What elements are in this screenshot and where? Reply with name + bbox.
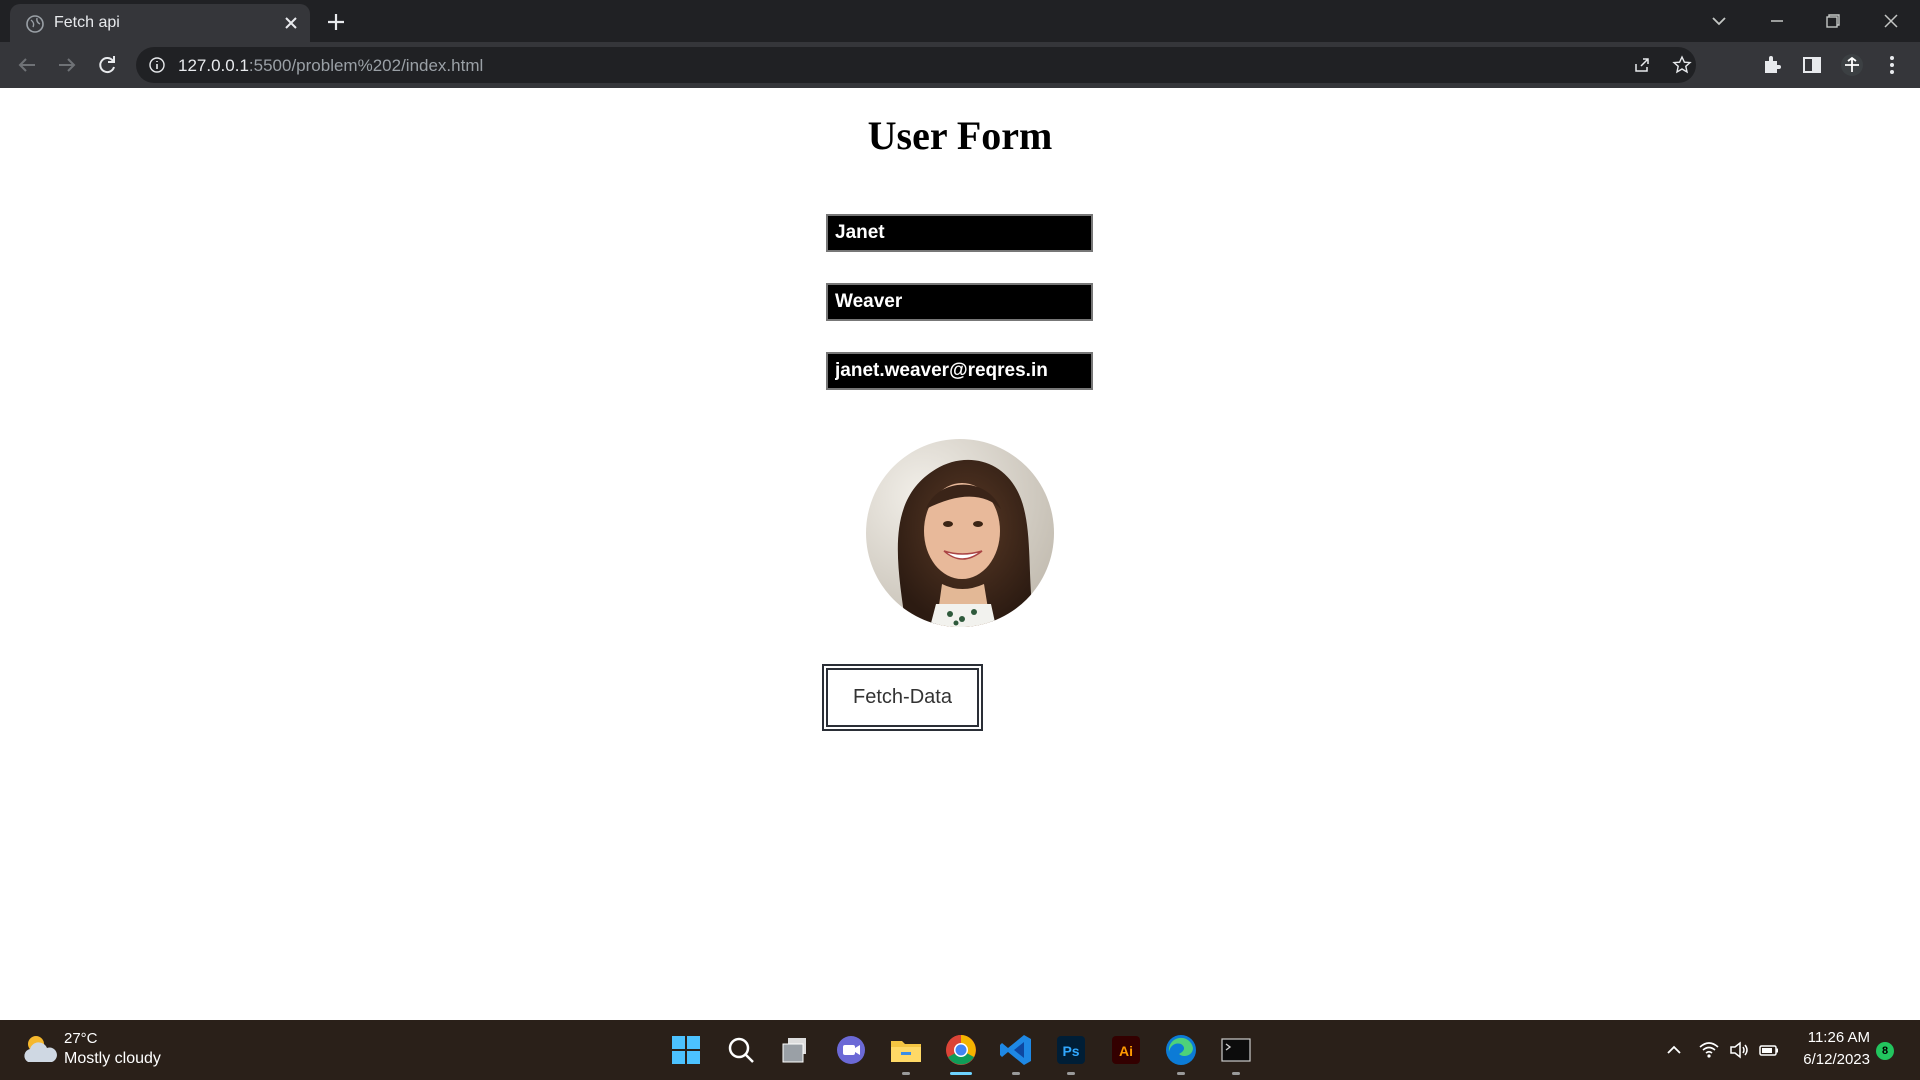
volume-icon[interactable] bbox=[1727, 1038, 1751, 1062]
notification-badge[interactable]: 8 bbox=[1876, 1042, 1894, 1060]
address-bar[interactable]: 127.0.0.1:5500/problem%202/index.html bbox=[136, 47, 1696, 83]
svg-text:Ps: Ps bbox=[1062, 1043, 1079, 1059]
close-window-icon[interactable] bbox=[1874, 6, 1908, 36]
file-explorer-indicator bbox=[902, 1072, 910, 1075]
edge-indicator bbox=[1177, 1072, 1185, 1075]
tab-search-icon[interactable] bbox=[1702, 6, 1736, 36]
weather-temperature: 27°C bbox=[64, 1030, 98, 1047]
back-icon[interactable] bbox=[13, 51, 41, 79]
url-host: 127.0.0.1 bbox=[178, 56, 249, 75]
last-name-field[interactable] bbox=[826, 283, 1093, 321]
photoshop-indicator bbox=[1067, 1072, 1075, 1075]
page-content: User Form Fetch-Data bbox=[0, 88, 1920, 1020]
globe-icon bbox=[26, 15, 44, 33]
restore-icon[interactable] bbox=[1816, 6, 1850, 36]
vscode-icon[interactable] bbox=[996, 1030, 1036, 1070]
email-field[interactable] bbox=[826, 352, 1093, 390]
menu-icon[interactable] bbox=[1880, 53, 1904, 77]
new-tab-icon[interactable] bbox=[322, 8, 350, 36]
extensions-icon[interactable] bbox=[1760, 53, 1784, 77]
share-icon[interactable] bbox=[1632, 55, 1652, 75]
profile-icon[interactable] bbox=[1840, 53, 1864, 77]
avatar-image bbox=[866, 439, 1054, 627]
weather-description: Mostly cloudy bbox=[64, 1050, 161, 1067]
url-text: 127.0.0.1:5500/problem%202/index.html bbox=[178, 56, 483, 76]
browser-tab[interactable]: Fetch api bbox=[10, 4, 310, 42]
file-explorer-icon[interactable] bbox=[886, 1030, 926, 1070]
clock-date[interactable]: 6/12/2023 bbox=[1790, 1051, 1870, 1068]
bookmark-star-icon[interactable] bbox=[1672, 55, 1692, 75]
battery-icon[interactable] bbox=[1757, 1038, 1781, 1062]
start-icon[interactable] bbox=[666, 1030, 706, 1070]
url-path: :5500/problem%202/index.html bbox=[248, 56, 484, 75]
teams-chat-icon[interactable] bbox=[831, 1030, 871, 1070]
minimize-icon[interactable] bbox=[1760, 6, 1794, 36]
forward-icon[interactable] bbox=[53, 51, 81, 79]
search-icon[interactable] bbox=[721, 1030, 761, 1070]
first-name-field[interactable] bbox=[826, 214, 1093, 252]
chrome-icon[interactable] bbox=[941, 1030, 981, 1070]
page-title: User Form bbox=[867, 113, 1053, 158]
task-view-icon[interactable] bbox=[776, 1030, 816, 1070]
wifi-icon[interactable] bbox=[1697, 1038, 1721, 1062]
chrome-active-indicator bbox=[950, 1072, 972, 1075]
close-tab-icon[interactable] bbox=[280, 12, 302, 34]
weather-cloud-icon[interactable] bbox=[20, 1032, 60, 1068]
terminal-indicator bbox=[1232, 1072, 1240, 1075]
photoshop-icon[interactable]: Ps bbox=[1051, 1030, 1091, 1070]
vscode-indicator bbox=[1012, 1072, 1020, 1075]
terminal-icon[interactable] bbox=[1216, 1030, 1256, 1070]
fetch-data-button[interactable]: Fetch-Data bbox=[822, 664, 983, 731]
browser-toolbar: 127.0.0.1:5500/problem%202/index.html bbox=[0, 42, 1920, 88]
illustrator-icon[interactable]: Ai bbox=[1106, 1030, 1146, 1070]
edge-icon[interactable] bbox=[1161, 1030, 1201, 1070]
clock-time[interactable]: 11:26 AM bbox=[1800, 1029, 1870, 1046]
chevron-up-icon[interactable] bbox=[1662, 1038, 1686, 1062]
reload-icon[interactable] bbox=[93, 51, 121, 79]
svg-text:Ai: Ai bbox=[1119, 1043, 1133, 1059]
tab-title: Fetch api bbox=[54, 14, 120, 31]
taskbar: 27°C Mostly cloudy Ps Ai 11:26 AM 6/12/2… bbox=[0, 1020, 1920, 1080]
browser-tab-strip: Fetch api bbox=[0, 0, 1920, 42]
site-info-icon[interactable] bbox=[148, 56, 166, 74]
side-panel-icon[interactable] bbox=[1800, 53, 1824, 77]
avatar bbox=[866, 439, 1054, 627]
